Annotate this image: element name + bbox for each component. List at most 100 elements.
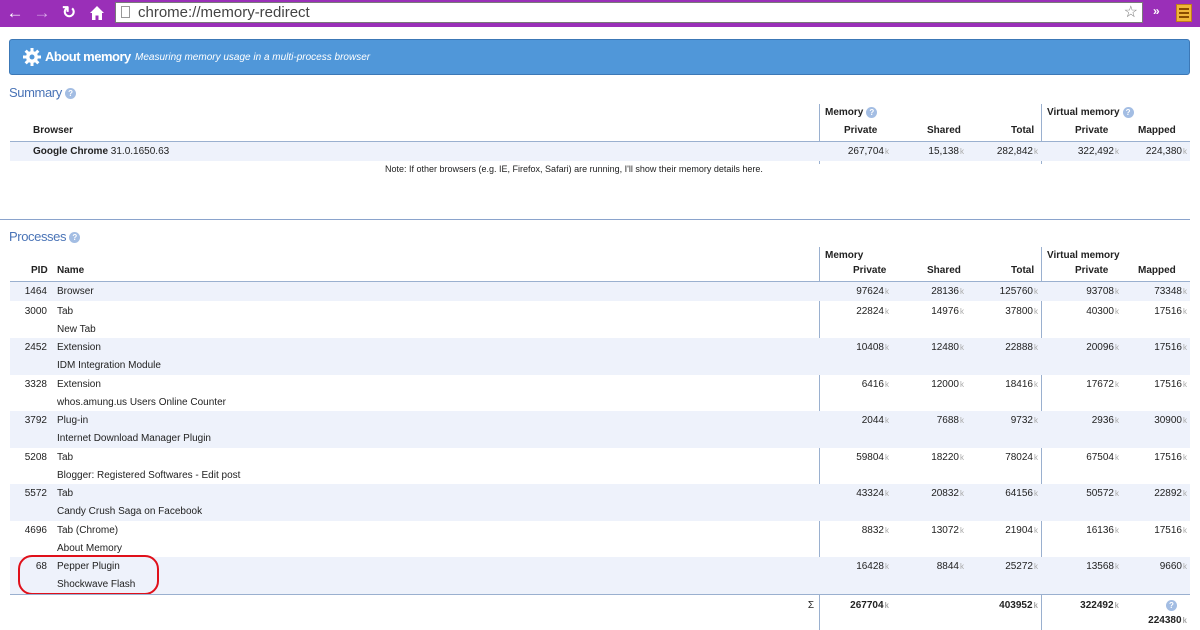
private-cell: 6416k: [861, 379, 889, 390]
summary-col-vprivate: Private: [1075, 125, 1109, 136]
vprivate-cell: 50572k: [1086, 488, 1119, 499]
extensions-overflow-icon[interactable]: »: [1153, 4, 1160, 18]
pid-cell: 5208: [24, 452, 47, 463]
help-icon[interactable]: ?: [866, 107, 878, 118]
home-icon[interactable]: [86, 2, 108, 24]
total-cell: 22888k: [1005, 342, 1038, 353]
process-type-cell: Plug-in: [57, 415, 89, 426]
summary-col-browser: Browser: [33, 125, 74, 136]
private-cell: 43324k: [856, 488, 889, 499]
process-type-cell: Tab: [57, 452, 74, 463]
summary-shared-cell: 15,138k: [928, 146, 964, 157]
total-private-cell: 267704k: [850, 600, 889, 611]
processes-col-pid: PID: [31, 265, 48, 276]
total-cell: 37800k: [1005, 306, 1038, 317]
total-cell: 21904k: [1005, 525, 1038, 536]
vprivate-cell: 17672k: [1086, 379, 1119, 390]
forward-arrow-icon[interactable]: →: [31, 2, 53, 24]
back-arrow-icon[interactable]: ←: [4, 2, 26, 24]
pid-cell: 3000: [24, 306, 47, 317]
shared-cell: 7688k: [936, 415, 964, 426]
summary-vprivate-cell: 322,492k: [1077, 146, 1119, 157]
summary-total-cell: 282,842k: [996, 146, 1038, 157]
page-header: About memory Measuring memory usage in a…: [9, 39, 1190, 75]
mapped-cell: 17516k: [1154, 452, 1187, 463]
summary-title: Summary: [9, 85, 62, 100]
mapped-cell: 22892k: [1154, 488, 1187, 499]
process-type-cell: Tab (Chrome): [57, 525, 119, 536]
bookmark-star-icon[interactable]: ☆: [1124, 2, 1138, 22]
processes-col-name: Name: [57, 265, 85, 276]
total-cell: 18416k: [1005, 379, 1038, 390]
process-type-cell: Extension: [57, 342, 101, 353]
process-title-cell: Candy Crush Saga on Facebook: [57, 506, 203, 517]
shared-cell: 14976k: [931, 306, 964, 317]
summary-heading: Summary?: [9, 85, 76, 100]
pid-cell: 4696: [24, 525, 47, 536]
help-icon[interactable]: ?: [1163, 600, 1177, 611]
process-type-cell: Extension: [57, 379, 101, 390]
total-vprivate-cell: 322492k: [1080, 600, 1119, 611]
processes-virtual-group: Virtual memory: [1047, 250, 1120, 261]
shared-cell: 12480k: [931, 342, 964, 353]
process-type-cell: Browser: [57, 286, 94, 297]
total-cell: 25272k: [1005, 561, 1038, 572]
process-title-cell: About Memory: [57, 543, 123, 554]
section-separator: [0, 219, 1190, 220]
shared-cell: 20832k: [931, 488, 964, 499]
help-icon[interactable]: ?: [1122, 107, 1134, 118]
process-type-cell: Tab: [57, 488, 74, 499]
vprivate-cell: 13568k: [1086, 561, 1119, 572]
private-cell: 59804k: [856, 452, 889, 463]
processes-memory-group: Memory: [825, 250, 864, 261]
total-total-cell: 403952k: [999, 600, 1038, 611]
vprivate-cell: 2936k: [1091, 415, 1119, 426]
private-cell: 8832k: [861, 525, 889, 536]
pid-cell: 1464: [24, 286, 47, 297]
total-cell: 125760k: [999, 286, 1038, 297]
sigma-symbol: Σ: [807, 600, 814, 611]
private-cell: 22824k: [856, 306, 889, 317]
private-cell: 10408k: [856, 342, 889, 353]
mapped-cell: 17516k: [1154, 342, 1187, 353]
mapped-cell: 9660k: [1159, 561, 1187, 572]
pid-cell: 2452: [24, 342, 47, 353]
processes-col-total: Total: [1011, 265, 1035, 276]
private-cell: 97624k: [856, 286, 889, 297]
process-title-cell: IDM Integration Module: [57, 360, 161, 371]
highlight-annotation-ring: [18, 555, 159, 595]
summary-private-cell: 267,704k: [847, 146, 889, 157]
summary-memory-group: Memory?: [825, 107, 878, 118]
shared-cell: 13072k: [931, 525, 964, 536]
help-icon[interactable]: ?: [64, 88, 76, 100]
summary-col-shared: Shared: [927, 125, 961, 136]
help-icon[interactable]: ?: [69, 232, 81, 244]
address-bar[interactable]: chrome://memory-redirect ☆: [115, 2, 1143, 23]
mapped-cell: 17516k: [1154, 306, 1187, 317]
shared-cell: 8844k: [936, 561, 964, 572]
processes-heading: Processes?: [9, 229, 81, 244]
browser-toolbar: ← → ↻ chrome://memory-redirect ☆ »: [0, 0, 1200, 27]
pid-cell: 3792: [24, 415, 47, 426]
total-cell: 9732k: [1010, 415, 1038, 426]
summary-note: Note: If other browsers (e.g. IE, Firefo…: [385, 164, 763, 174]
processes-col-private: Private: [853, 265, 887, 276]
process-title-cell: whos.amung.us Users Online Counter: [57, 397, 226, 408]
process-type-cell: Tab: [57, 306, 74, 317]
processes-col-mapped: Mapped: [1138, 265, 1176, 276]
totals-rule: [10, 594, 1190, 595]
summary-col-mapped: Mapped: [1138, 125, 1176, 136]
process-title-cell: New Tab: [57, 324, 96, 335]
mapped-cell: 30900k: [1154, 415, 1187, 426]
address-bar-url[interactable]: chrome://memory-redirect: [138, 4, 310, 22]
chrome-menu-icon[interactable]: [1176, 4, 1192, 22]
summary-col-total: Total: [1011, 125, 1035, 136]
mapped-cell: 17516k: [1154, 525, 1187, 536]
vprivate-cell: 93708k: [1086, 286, 1119, 297]
reload-icon[interactable]: ↻: [58, 2, 80, 24]
vprivate-cell: 16136k: [1086, 525, 1119, 536]
process-title-cell: Blogger: Registered Softwares - Edit pos…: [57, 470, 241, 481]
page-title: About memory: [45, 49, 131, 64]
vprivate-cell: 40300k: [1086, 306, 1119, 317]
shared-cell: 12000k: [931, 379, 964, 390]
